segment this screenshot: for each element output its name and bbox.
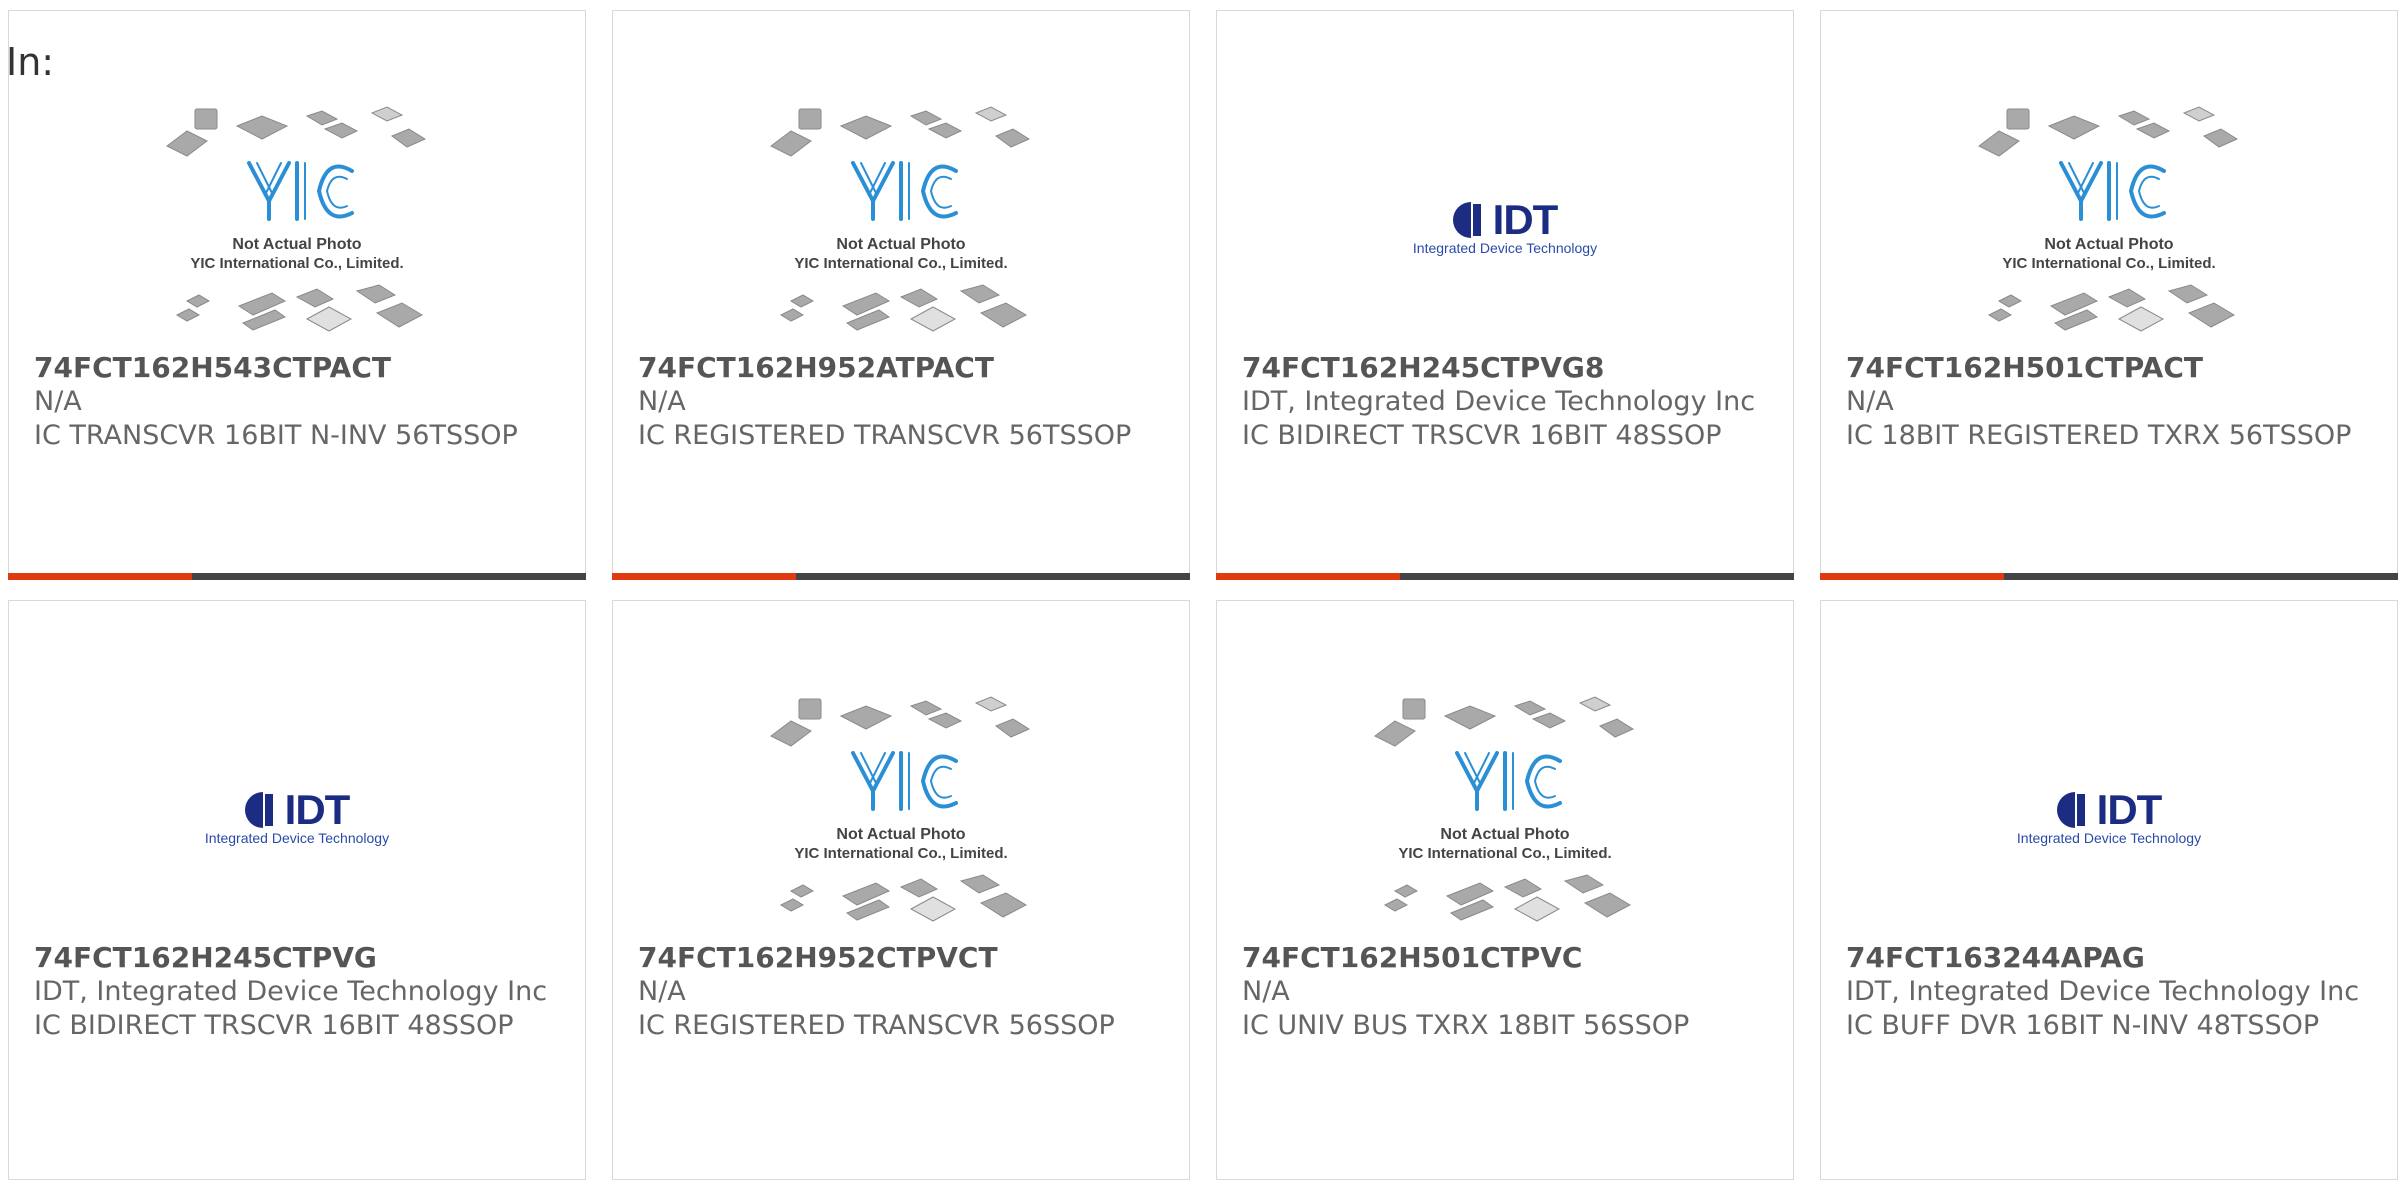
card-accent-bar <box>1820 573 2398 580</box>
product-image[interactable]: IDT Integrated Device Technology <box>9 691 585 941</box>
product-image[interactable]: Not Actual Photo YIC International Co., … <box>9 101 585 351</box>
photo-caption-line2: YIC International Co., Limited. <box>1398 845 1611 862</box>
product-card[interactable]: IDT Integrated Device Technology 74FCT16… <box>1216 10 1794 580</box>
description: IC 18BIT REGISTERED TXRX 56TSSOP <box>1846 420 2352 451</box>
part-number-link[interactable]: 74FCT162H501CTPACT <box>1846 351 2377 385</box>
idt-wordmark: IDT <box>2096 786 2163 833</box>
filter-label: In: <box>6 40 55 84</box>
description: IC REGISTERED TRANSCVR 56SSOP <box>638 1010 1115 1041</box>
product-info: 74FCT162H245CTPVG8 IDT, Integrated Device… <box>1242 351 1773 453</box>
photo-caption-line2: YIC International Co., Limited. <box>190 255 403 272</box>
product-info: 74FCT162H245CTPVG IDT, Integrated Device … <box>34 941 565 1043</box>
photo-caption-line1: Not Actual Photo <box>836 826 965 843</box>
manufacturer: IDT, Integrated Device Technology Inc <box>34 976 548 1007</box>
product-info: 74FCT162H501CTPACT N/A IC 18BIT REGISTERED… <box>1846 351 2377 453</box>
photo-caption-line1: Not Actual Photo <box>836 236 965 253</box>
idt-tagline: Integrated Device Technology <box>2016 830 2202 846</box>
bar-segment <box>192 573 586 580</box>
not-actual-photo-image: Not Actual Photo YIC International Co., … <box>166 106 427 332</box>
product-info: 74FCT162H543CTPACT N/A IC TRANSCVR 16BIT N… <box>34 351 565 453</box>
manufacturer: N/A <box>1242 976 1290 1007</box>
product-card[interactable]: Not Actual Photo YIC International Co., … <box>1216 600 1794 1180</box>
photo-caption-line1: Not Actual Photo <box>1440 826 1569 843</box>
part-number-link[interactable]: 74FCT162H245CTPVG8 <box>1242 351 1773 385</box>
card-accent-bar <box>8 573 586 580</box>
photo-caption-line1: Not Actual Photo <box>232 236 361 253</box>
product-info: 74FCT162H952ATPACT N/A IC REGISTERED TRANS… <box>638 351 1169 453</box>
manufacturer: IDT, Integrated Device Technology Inc <box>1242 386 1756 417</box>
card-accent-bar <box>1216 573 1794 580</box>
manufacturer: N/A <box>34 386 82 417</box>
part-number-link[interactable]: 74FCT162H952CTPVCT <box>638 941 1169 975</box>
bar-segment <box>2004 573 2398 580</box>
idt-logo: IDT Integrated Device Technology <box>1413 196 1597 256</box>
description: IC TRANSCVR 16BIT N-INV 56TSSOP <box>34 420 518 451</box>
not-actual-photo-image: Not Actual Photo YIC International Co., … <box>1978 106 2239 332</box>
accent-segment <box>1820 573 2004 580</box>
idt-wordmark: IDT <box>284 786 351 833</box>
idt-mark-icon <box>2056 792 2085 828</box>
product-image[interactable]: IDT Integrated Device Technology <box>1217 101 1793 351</box>
idt-mark-icon <box>1452 202 1481 238</box>
product-image[interactable]: IDT Integrated Device Technology <box>1821 691 2397 941</box>
idt-mark-icon <box>244 792 273 828</box>
part-number-link[interactable]: 74FCT163244APAG <box>1846 941 2377 975</box>
photo-caption-line2: YIC International Co., Limited. <box>794 255 1007 272</box>
product-info: 74FCT162H501CTPVC N/A IC UNIV BUS TXRX 18B… <box>1242 941 1773 1043</box>
product-image[interactable]: Not Actual Photo YIC International Co., … <box>1217 691 1793 941</box>
product-info: 74FCT162H952CTPVCT N/A IC REGISTERED TRANS… <box>638 941 1169 1043</box>
product-card[interactable]: IDT Integrated Device Technology 74FCT16… <box>1820 600 2398 1180</box>
product-card[interactable]: Not Actual Photo YIC International Co., … <box>612 600 1190 1180</box>
product-card[interactable]: Not Actual Photo YIC International Co., … <box>8 10 586 580</box>
bar-segment <box>1400 573 1794 580</box>
idt-tagline: Integrated Device Technology <box>1412 240 1598 256</box>
product-image[interactable]: Not Actual Photo YIC International Co., … <box>613 691 1189 941</box>
product-card[interactable]: Not Actual Photo YIC International Co., … <box>612 10 1190 580</box>
idt-tagline: Integrated Device Technology <box>204 830 390 846</box>
bar-segment <box>796 573 1190 580</box>
product-card[interactable]: Not Actual Photo YIC International Co., … <box>1820 10 2398 580</box>
description: IC BIDIRECT TRSCVR 16BIT 48SSOP <box>1242 420 1722 451</box>
photo-caption-line1: Not Actual Photo <box>2044 236 2173 253</box>
card-accent-bar <box>612 573 1190 580</box>
description: IC BUFF DVR 16BIT N-INV 48TSSOP <box>1846 1010 2320 1041</box>
part-number-link[interactable]: 74FCT162H543CTPACT <box>34 351 565 385</box>
product-card[interactable]: IDT Integrated Device Technology 74FCT16… <box>8 600 586 1180</box>
part-number-link[interactable]: 74FCT162H952ATPACT <box>638 351 1169 385</box>
product-image[interactable]: Not Actual Photo YIC International Co., … <box>1821 101 2397 351</box>
manufacturer: N/A <box>1846 386 1894 417</box>
part-number-link[interactable]: 74FCT162H501CTPVC <box>1242 941 1773 975</box>
photo-caption-line2: YIC International Co., Limited. <box>2002 255 2215 272</box>
idt-wordmark: IDT <box>1492 196 1559 243</box>
description: IC UNIV BUS TXRX 18BIT 56SSOP <box>1242 1010 1690 1041</box>
accent-segment <box>612 573 796 580</box>
idt-logo: IDT Integrated Device Technology <box>2017 786 2201 846</box>
accent-segment <box>8 573 192 580</box>
description: IC REGISTERED TRANSCVR 56TSSOP <box>638 420 1132 451</box>
accent-segment <box>1216 573 1400 580</box>
manufacturer: IDT, Integrated Device Technology Inc <box>1846 976 2360 1007</box>
not-actual-photo-image: Not Actual Photo YIC International Co., … <box>770 106 1031 332</box>
product-info: 74FCT163244APAG IDT, Integrated Device Te… <box>1846 941 2377 1043</box>
manufacturer: N/A <box>638 976 686 1007</box>
not-actual-photo-image: Not Actual Photo YIC International Co., … <box>770 696 1031 922</box>
part-number-link[interactable]: 74FCT162H245CTPVG <box>34 941 565 975</box>
idt-logo: IDT Integrated Device Technology <box>205 786 389 846</box>
product-image[interactable]: Not Actual Photo YIC International Co., … <box>613 101 1189 351</box>
description: IC BIDIRECT TRSCVR 16BIT 48SSOP <box>34 1010 514 1041</box>
photo-caption-line2: YIC International Co., Limited. <box>794 845 1007 862</box>
not-actual-photo-image: Not Actual Photo YIC International Co., … <box>1374 696 1635 922</box>
manufacturer: N/A <box>638 386 686 417</box>
